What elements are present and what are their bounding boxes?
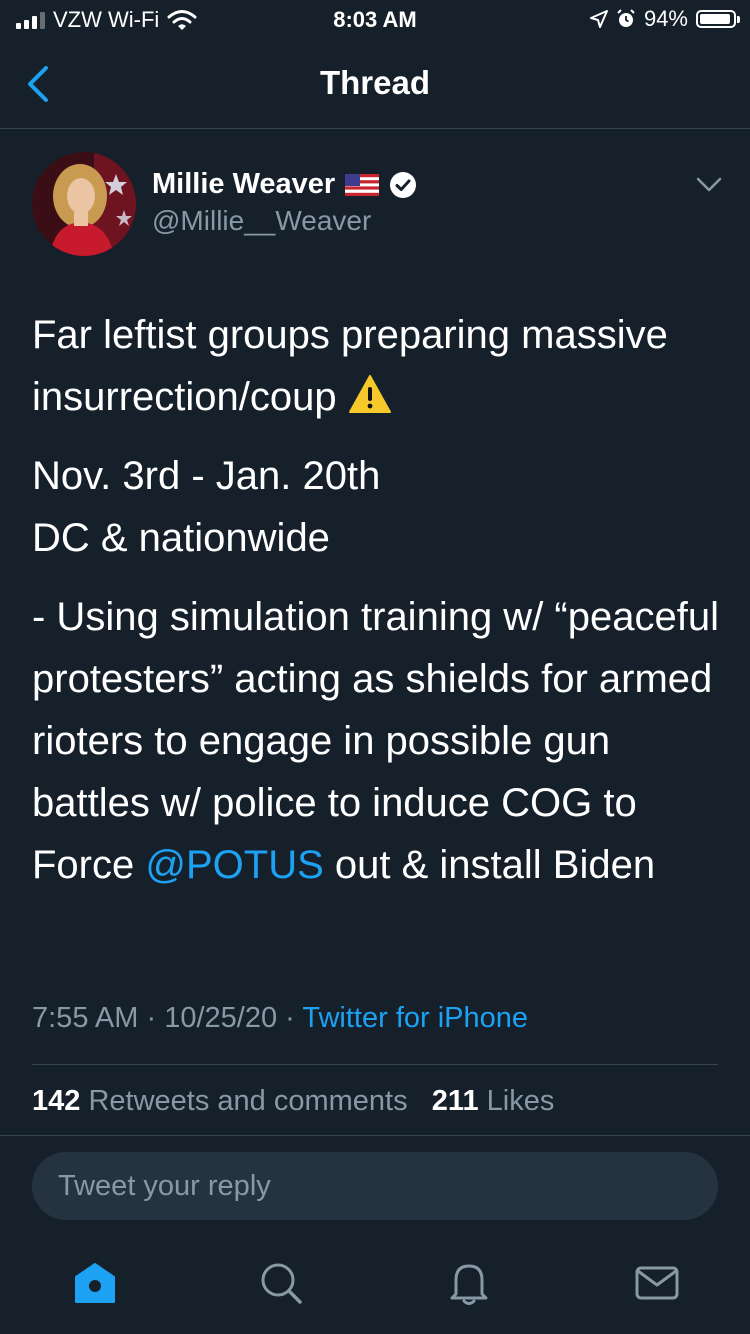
likes-stat[interactable]: 211 Likes bbox=[432, 1085, 555, 1117]
navigation-bar: Thread bbox=[0, 40, 750, 129]
divider bbox=[0, 1135, 750, 1136]
avatar-image bbox=[32, 152, 136, 256]
home-icon[interactable] bbox=[70, 1258, 120, 1308]
likes-count: 211 bbox=[431, 1085, 479, 1117]
retweets-stat[interactable]: 142 Retweets and comments bbox=[32, 1085, 408, 1117]
us-flag-icon bbox=[345, 173, 380, 196]
author-name[interactable]: Millie Weaver bbox=[152, 168, 335, 201]
tweet-location: DC & nationwide bbox=[32, 516, 330, 560]
author-handle[interactable]: @Millie__Weaver bbox=[152, 205, 371, 237]
messages-icon[interactable] bbox=[632, 1258, 682, 1308]
notifications-icon[interactable] bbox=[444, 1258, 494, 1308]
status-right: 94% bbox=[589, 6, 740, 32]
verified-badge-icon bbox=[390, 171, 417, 198]
status-bar: VZW Wi-Fi 8:03 AM 94% bbox=[0, 0, 750, 40]
chevron-down-icon[interactable] bbox=[692, 172, 726, 198]
divider bbox=[32, 1064, 718, 1065]
retweets-count: 142 bbox=[32, 1085, 81, 1117]
warning-emoji-icon bbox=[348, 375, 392, 419]
battery-icon bbox=[696, 10, 740, 28]
author-row: Millie Weaver bbox=[152, 168, 417, 201]
tweet-paragraph-3: - Using simulation training w/ “peaceful… bbox=[32, 586, 732, 896]
likes-label: Likes bbox=[486, 1085, 555, 1117]
tweet-paragraph-2: Nov. 3rd - Jan. 20th DC & nationwide bbox=[32, 445, 732, 569]
tweet-date: 10/25/20 bbox=[164, 1002, 278, 1034]
tweet-dates: Nov. 3rd - Jan. 20th bbox=[32, 454, 381, 498]
engagement-stats: 142 Retweets and comments 211 Likes bbox=[32, 1085, 554, 1118]
alarm-icon bbox=[617, 9, 635, 27]
search-icon[interactable] bbox=[256, 1258, 306, 1308]
reply-box[interactable] bbox=[32, 1152, 718, 1220]
mention-link[interactable]: @POTUS bbox=[145, 843, 323, 887]
page-title: Thread bbox=[319, 64, 431, 101]
battery-fill bbox=[700, 14, 731, 24]
tab-bar bbox=[0, 1240, 750, 1334]
separator-dot: · bbox=[285, 1002, 295, 1034]
tweet-line-3-end: out & install Biden bbox=[323, 843, 656, 887]
tweet-time: 7:55 AM bbox=[32, 1002, 139, 1034]
tweet-paragraph-1: Far leftist groups preparing massive ins… bbox=[32, 304, 732, 428]
separator-dot: · bbox=[146, 1002, 157, 1034]
retweets-label: Retweets and comments bbox=[88, 1085, 408, 1117]
reply-input[interactable] bbox=[32, 1152, 718, 1220]
battery-percent: 94% bbox=[643, 6, 688, 31]
location-arrow-icon bbox=[589, 10, 608, 28]
tweet-text: Far leftist groups preparing massive ins… bbox=[32, 304, 732, 913]
avatar[interactable] bbox=[32, 152, 136, 256]
source-link[interactable]: Twitter for iPhone bbox=[302, 1002, 528, 1034]
tweet-meta: 7:55 AM · 10/25/20 · Twitter for iPhone bbox=[32, 1002, 528, 1035]
